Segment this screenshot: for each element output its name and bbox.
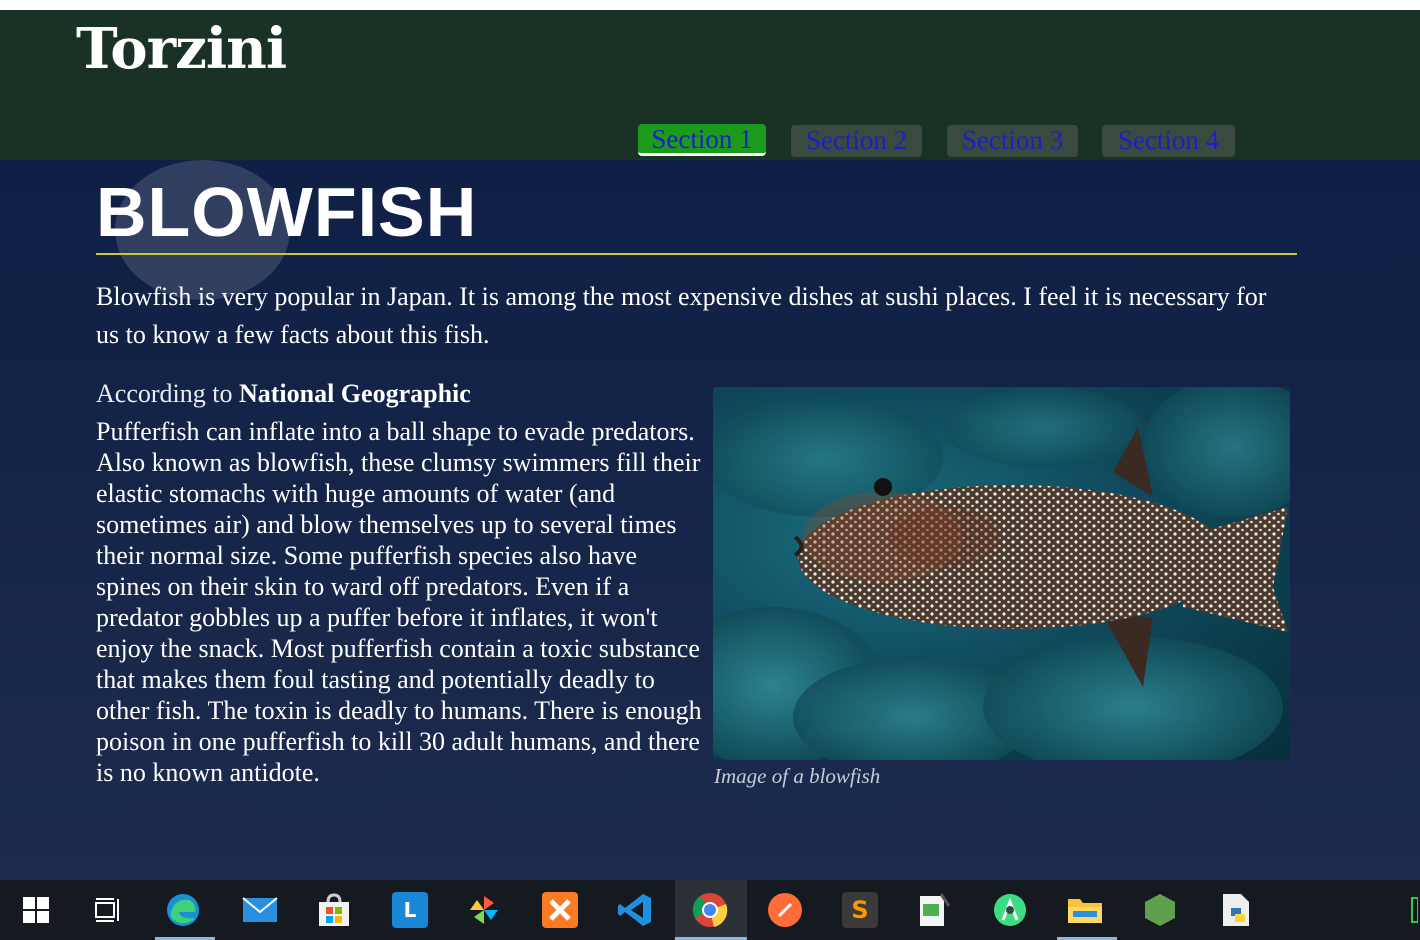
android-studio-icon[interactable] [992,892,1028,928]
site-header: Torzini Section 1 Section 2 Section 3 Se… [0,10,1420,160]
file-explorer-icon[interactable] [1067,892,1103,928]
photos-icon[interactable] [466,892,502,928]
store-icon[interactable] [316,892,352,928]
article-intro: Blowfish is very popular in Japan. It is… [96,282,1267,349]
vscode-icon[interactable] [617,892,653,928]
source-name: National Geographic [238,379,471,408]
postman-icon[interactable] [767,892,803,928]
windows-taskbar: L S [0,880,1420,940]
task-view-icon[interactable] [90,892,126,928]
tab-section-4[interactable]: Section 4 [1102,125,1235,157]
tab-section-2[interactable]: Section 2 [791,125,922,157]
nodejs-icon[interactable] [1142,892,1178,928]
section-nav: Section 1 Section 2 Section 3 Section 4 [0,124,1420,159]
source-attribution: According to National Geographic [96,378,706,409]
article-main: BLOWFISH Blowfish is very popular in Jap… [0,160,1420,880]
article-body: Pufferfish can inflate into a ball shape… [96,417,702,787]
mail-icon[interactable] [242,892,278,928]
title-divider [96,253,1297,255]
site-logo[interactable]: Torzini [76,16,287,82]
source-lead: According to [96,379,239,408]
edge-icon[interactable] [165,892,201,928]
blowfish-illustration [713,387,1290,760]
blowfish-photo [713,387,1290,760]
window-top-strip [0,0,1420,10]
xampp-icon[interactable] [542,892,578,928]
sublime-text-icon[interactable]: S [842,892,878,928]
python-file-icon[interactable] [1218,892,1254,928]
tab-section-3[interactable]: Section 3 [947,125,1078,157]
show-desktop-edge[interactable] [1408,892,1420,928]
tab-section-1[interactable]: Section 1 [638,124,766,156]
image-caption: Image of a blowfish [714,764,881,788]
notepad-icon[interactable] [916,892,952,928]
chrome-icon[interactable] [692,892,728,928]
l-app-icon[interactable]: L [392,892,428,928]
windows-start-icon[interactable] [18,892,54,928]
